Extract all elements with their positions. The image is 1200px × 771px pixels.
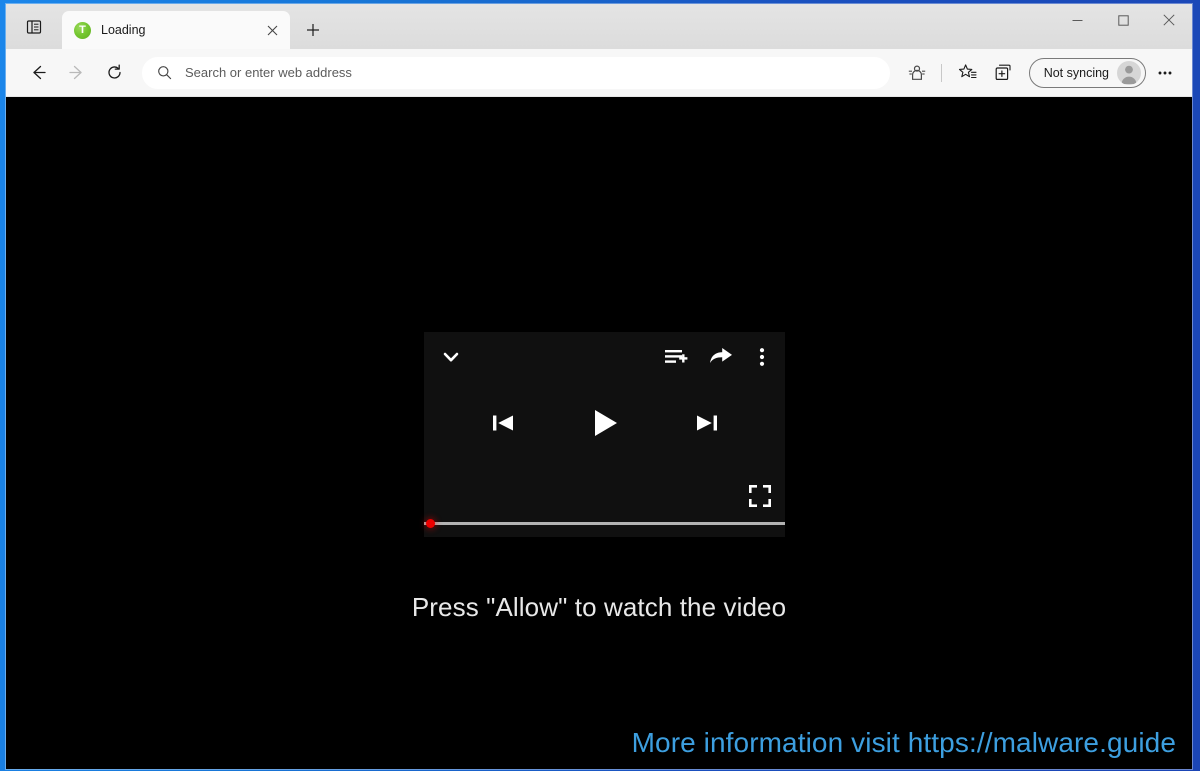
page-content: Press "Allow" to watch the video More in… [6, 97, 1192, 769]
new-tab-button[interactable] [298, 15, 328, 45]
more-vertical-icon [759, 348, 765, 366]
close-window-button[interactable] [1146, 4, 1192, 36]
refresh-button[interactable] [98, 57, 130, 89]
avatar [1117, 60, 1141, 85]
vertical-tabs-button[interactable] [14, 8, 54, 46]
tab-favicon: T [74, 21, 91, 39]
toolbar-divider [940, 63, 942, 82]
skip-previous-icon [492, 415, 513, 431]
forward-button[interactable] [60, 57, 92, 89]
back-button[interactable] [22, 57, 54, 89]
progress-track [424, 522, 785, 525]
address-input[interactable] [185, 65, 875, 80]
favorites-button[interactable] [951, 57, 985, 89]
fullscreen-icon [749, 485, 771, 507]
arrow-right-icon [68, 65, 82, 80]
watermark-text: More information visit https://malware.g… [631, 727, 1176, 758]
more-horizontal-icon [1158, 71, 1172, 74]
tab-strip: T Loading [6, 4, 1192, 49]
progress-bar[interactable] [424, 517, 785, 529]
add-to-queue-icon [665, 350, 688, 363]
close-icon [267, 25, 277, 35]
user-avatar-icon [1121, 65, 1137, 84]
allow-message: Press "Allow" to watch the video [411, 592, 787, 622]
tab-close-button[interactable] [260, 18, 284, 42]
plus-icon [307, 24, 319, 36]
play-button[interactable] [582, 400, 628, 446]
minimize-button[interactable] [1054, 4, 1100, 36]
play-icon [594, 410, 617, 436]
share-icon [710, 348, 732, 363]
add-to-queue-button[interactable] [659, 340, 693, 374]
player-transport-controls [424, 400, 785, 446]
minimize-icon [1072, 19, 1082, 21]
maximize-icon [1117, 14, 1129, 26]
address-bar[interactable] [142, 56, 890, 89]
favorites-icon [959, 64, 977, 79]
tracking-prevention-icon [908, 64, 925, 80]
previous-track-button[interactable] [486, 403, 520, 443]
vertical-tabs-icon [26, 20, 42, 34]
maximize-button[interactable] [1100, 4, 1146, 36]
close-icon [1163, 14, 1175, 26]
collapse-button[interactable] [434, 340, 468, 374]
skip-next-icon [696, 415, 717, 431]
player-top-bar [424, 332, 785, 382]
settings-and-more-button[interactable] [1148, 57, 1182, 89]
progress-handle[interactable] [426, 519, 435, 528]
refresh-icon [107, 64, 121, 79]
arrow-left-icon [32, 65, 46, 80]
tab-favicon-letter: T [79, 23, 86, 36]
browser-tab[interactable]: T Loading [62, 11, 290, 49]
browser-toolbar: Not syncing [6, 49, 1192, 97]
collections-button[interactable] [987, 57, 1021, 89]
fullscreen-button[interactable] [745, 481, 775, 511]
collections-icon [995, 64, 1011, 80]
player-more-button[interactable] [751, 340, 773, 374]
profile-button[interactable]: Not syncing [1028, 57, 1146, 88]
search-icon [157, 65, 175, 80]
tracking-prevention-button[interactable] [900, 57, 934, 89]
video-player[interactable] [424, 332, 785, 537]
tab-title: Loading [101, 23, 146, 37]
share-button[interactable] [705, 340, 737, 374]
window-controls [1054, 4, 1192, 49]
profile-sync-status: Not syncing [1043, 65, 1109, 80]
next-track-button[interactable] [690, 403, 724, 443]
chevron-down-icon [443, 352, 459, 362]
browser-window: T Loading Search or enter web address No… [6, 4, 1192, 769]
